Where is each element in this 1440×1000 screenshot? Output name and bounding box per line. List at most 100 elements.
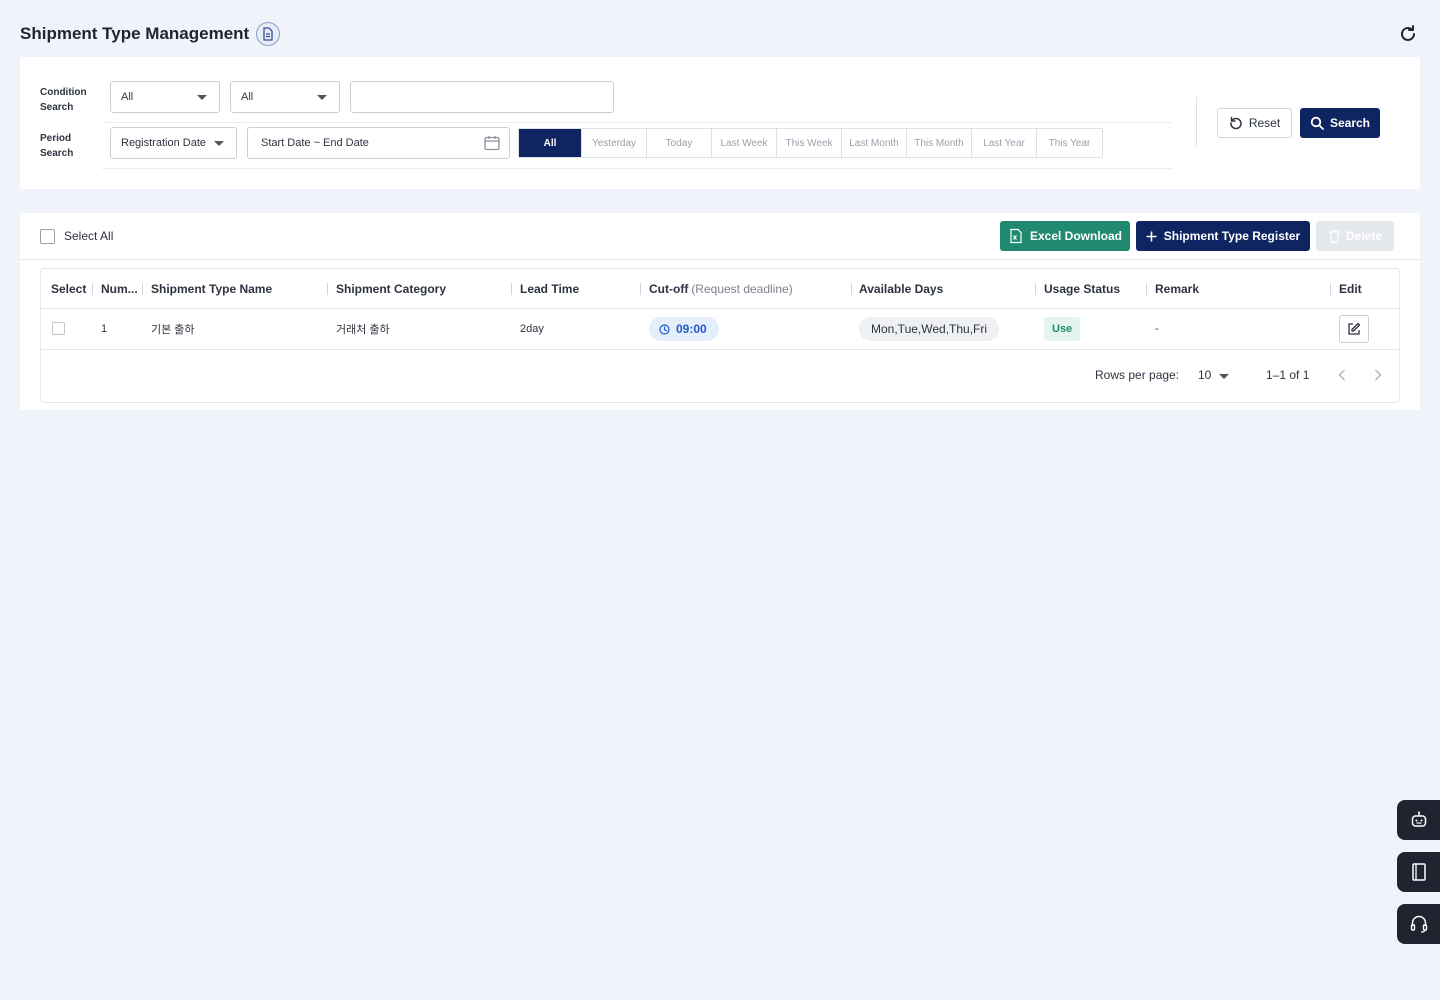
robot-icon bbox=[1411, 811, 1426, 827]
row-remark: - bbox=[1155, 323, 1159, 335]
row-cutoff: 09:00 bbox=[649, 309, 719, 349]
delete-label: Delete bbox=[1345, 229, 1383, 243]
rows-per-page-select[interactable]: 10 bbox=[1198, 368, 1211, 382]
col-separator bbox=[511, 283, 512, 295]
delete-button[interactable]: Delete bbox=[1316, 221, 1394, 251]
excel-download-button[interactable]: Excel Download bbox=[1000, 221, 1130, 251]
search-button[interactable]: Search bbox=[1300, 108, 1380, 138]
excel-icon bbox=[1010, 228, 1022, 244]
select-all-checkbox[interactable] bbox=[40, 229, 55, 244]
plus-icon bbox=[1146, 231, 1157, 241]
row-checkbox[interactable] bbox=[52, 322, 65, 335]
row-divider bbox=[102, 122, 1172, 123]
row-usage-status: Use bbox=[1044, 309, 1081, 349]
row-edit bbox=[1339, 309, 1369, 349]
row-num: 1 bbox=[101, 323, 108, 335]
list-toolbar: Select All Excel Download Shipment Type … bbox=[20, 213, 1420, 260]
col-cutoff-sub: (Request deadline) bbox=[691, 282, 793, 296]
col-select: Select bbox=[51, 282, 87, 296]
shipment-type-register-button[interactable]: Shipment Type Register bbox=[1136, 221, 1310, 251]
calendar-icon[interactable] bbox=[483, 134, 501, 155]
period-this-year[interactable]: This Year bbox=[1037, 129, 1102, 157]
manual-book-icon bbox=[1411, 863, 1426, 881]
col-available-days[interactable]: Available Days bbox=[859, 269, 943, 309]
period-yesterday[interactable]: Yesterday bbox=[582, 129, 647, 157]
document-icon[interactable] bbox=[256, 22, 281, 46]
chevron-right-icon[interactable] bbox=[1368, 364, 1388, 386]
rows-per-page-label: Rows per page: bbox=[1095, 368, 1180, 382]
period-today[interactable]: Today bbox=[647, 129, 712, 157]
row-lead-time: 2day bbox=[520, 323, 544, 335]
reset-button[interactable]: Reset bbox=[1217, 108, 1292, 138]
col-separator bbox=[142, 283, 143, 295]
cutoff-time: 09:00 bbox=[676, 322, 707, 336]
period-button-group: All Yesterday Today Last Week This Week … bbox=[518, 128, 1103, 158]
reset-label: Reset bbox=[1248, 116, 1281, 130]
available-days-chip: Mon,Tue,Wed,Thu,Fri bbox=[859, 317, 1000, 341]
condition-search-label: Condition Search bbox=[40, 87, 87, 113]
edit-button[interactable] bbox=[1339, 315, 1369, 343]
chatbot-button[interactable] bbox=[1397, 800, 1440, 840]
row-shipment-category: 거래처 출하 bbox=[336, 324, 390, 336]
support-button[interactable] bbox=[1397, 904, 1440, 944]
col-separator bbox=[640, 283, 641, 295]
date-range-field[interactable]: Start Date ~ End Date bbox=[247, 127, 510, 159]
edit-icon bbox=[1348, 322, 1361, 335]
pagination: Rows per page: 10 1–1 of 1 bbox=[41, 350, 1399, 402]
keyword-input[interactable] bbox=[350, 81, 614, 113]
chevron-down-icon bbox=[214, 141, 224, 146]
clock-icon bbox=[659, 323, 670, 335]
condition-select-1[interactable]: All bbox=[110, 81, 220, 113]
row-divider bbox=[102, 168, 1172, 169]
search-icon bbox=[1310, 116, 1324, 130]
col-name[interactable]: Shipment Type Name bbox=[151, 269, 272, 309]
shipment-type-table: Select Num... Shipment Type Name Shipmen… bbox=[40, 268, 1400, 403]
cutoff-chip: 09:00 bbox=[649, 317, 719, 341]
period-last-week[interactable]: Last Week bbox=[712, 129, 777, 157]
reset-icon bbox=[1230, 116, 1242, 130]
search-label: Search bbox=[1329, 116, 1371, 130]
select-all-label: Select All bbox=[64, 229, 114, 243]
col-separator bbox=[851, 283, 852, 295]
period-field-select[interactable]: Registration Date bbox=[110, 127, 237, 159]
row-shipment-type-name: 기본 출하 bbox=[151, 324, 195, 336]
col-num[interactable]: Num... bbox=[101, 269, 138, 309]
register-label: Shipment Type Register bbox=[1163, 229, 1301, 243]
refresh-icon[interactable] bbox=[1396, 22, 1420, 46]
col-separator bbox=[1035, 283, 1036, 295]
col-separator bbox=[92, 283, 93, 295]
col-separator bbox=[1330, 283, 1331, 295]
period-this-month[interactable]: This Month bbox=[907, 129, 972, 157]
col-separator bbox=[327, 283, 328, 295]
col-cutoff-label: Cut-off bbox=[649, 282, 689, 296]
col-category[interactable]: Shipment Category bbox=[336, 269, 446, 309]
col-separator bbox=[1146, 283, 1147, 295]
excel-download-label: Excel Download bbox=[1029, 229, 1123, 243]
status-badge: Use bbox=[1044, 317, 1081, 341]
condition-select-2[interactable]: All bbox=[230, 81, 340, 113]
chevron-down-icon bbox=[197, 95, 207, 100]
period-search-label: Period Search bbox=[40, 133, 74, 159]
col-remark[interactable]: Remark bbox=[1155, 269, 1199, 309]
actions-divider bbox=[1196, 97, 1197, 147]
col-usage-status[interactable]: Usage Status bbox=[1044, 269, 1120, 309]
col-lead-time[interactable]: Lead Time bbox=[520, 269, 579, 309]
period-this-week[interactable]: This Week bbox=[777, 129, 842, 157]
chevron-down-icon[interactable] bbox=[1219, 374, 1229, 379]
table-row[interactable]: 1 기본 출하 거래처 출하 2day 09:00 Mon,Tue,Wed,Th… bbox=[41, 309, 1399, 350]
row-available-days: Mon,Tue,Wed,Thu,Fri bbox=[859, 309, 1000, 349]
manual-button[interactable] bbox=[1397, 852, 1440, 892]
page-title: Shipment Type Management bbox=[20, 24, 250, 43]
table-header: Select Num... Shipment Type Name Shipmen… bbox=[41, 269, 1399, 309]
col-cutoff[interactable]: Cut-off (Request deadline) bbox=[649, 269, 793, 309]
period-all[interactable]: All bbox=[519, 129, 582, 157]
search-panel: Condition Search All All Period Search R… bbox=[20, 57, 1420, 189]
period-last-year[interactable]: Last Year bbox=[972, 129, 1037, 157]
chevron-left-icon[interactable] bbox=[1332, 364, 1352, 386]
col-edit: Edit bbox=[1339, 282, 1362, 296]
chevron-down-icon bbox=[317, 95, 327, 100]
page-range: 1–1 of 1 bbox=[1266, 368, 1310, 382]
period-last-month[interactable]: Last Month bbox=[842, 129, 907, 157]
list-panel: Select All Excel Download Shipment Type … bbox=[20, 213, 1420, 410]
trash-icon bbox=[1328, 229, 1340, 243]
